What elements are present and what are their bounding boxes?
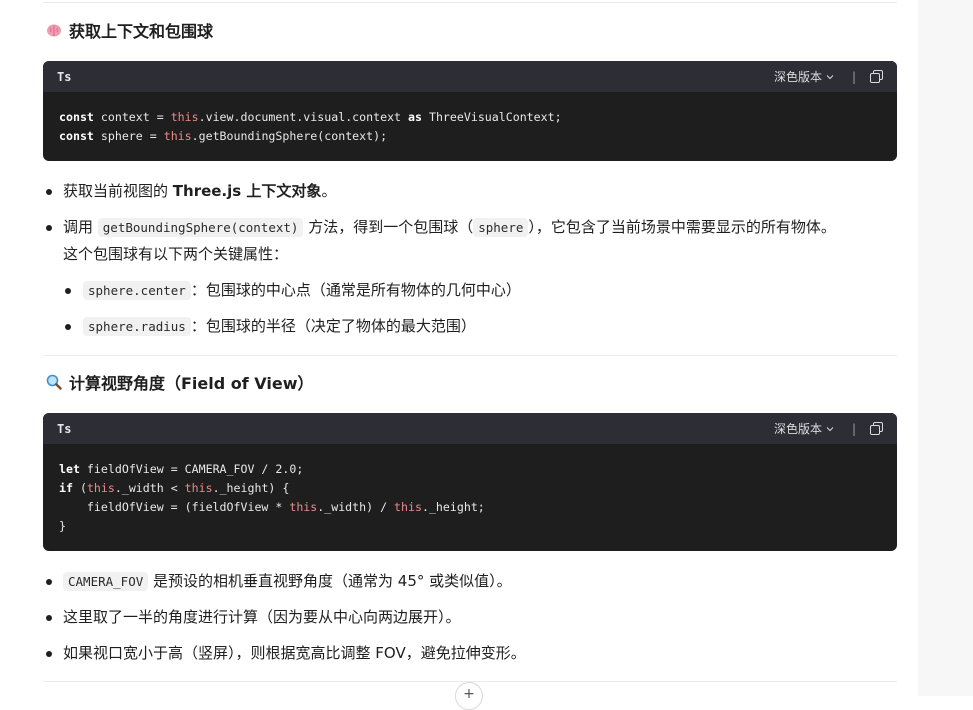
chevron-down-icon	[826, 426, 834, 431]
message-content: 获取上下文和包围球 Ts 深色版本 | const context = this…	[43, 0, 897, 682]
list-item: sphere.radius ：包围球的半径（决定了物体的最大范围）	[43, 313, 897, 340]
list-item-text: 这个包围球有以下两个关键属性：	[63, 245, 289, 263]
section-heading-context: 获取上下文和包围球	[45, 18, 897, 42]
inline-code: sphere.radius	[83, 317, 191, 336]
code-header: Ts 深色版本 |	[43, 61, 897, 92]
list-item-text: ：包围球的中心点（通常是所有物体的几何中心）	[190, 281, 521, 299]
list-item-bold: Three.js 上下文对象	[172, 182, 322, 200]
list-item: 获取当前视图的 Three.js 上下文对象。	[43, 178, 897, 205]
list-item: sphere.center ：包围球的中心点（通常是所有物体的几何中心）	[43, 277, 897, 304]
plus-icon: +	[463, 686, 475, 702]
list-item: CAMERA_FOV 是预设的相机垂直视野角度（通常为 45° 或类似值）。	[43, 568, 897, 595]
toolbar-separator: |	[851, 69, 856, 84]
section-heading-text: 获取上下文和包围球	[69, 22, 214, 41]
divider-top	[43, 2, 897, 3]
right-panel	[918, 0, 973, 696]
divider	[43, 355, 897, 356]
section-heading-text: 计算视野角度（Field of View）	[69, 374, 314, 393]
list-item: 调用 getBoundingSphere(context) 方法，得到一个包围球…	[43, 214, 897, 268]
brain-icon	[45, 21, 63, 39]
list-item: 如果视口宽小于高（竖屏），则根据宽高比调整 FOV，避免拉伸变形。	[43, 640, 897, 667]
code-body: let fieldOfView = CAMERA_FOV / 2.0; if (…	[59, 462, 485, 533]
bullet-list: 获取当前视图的 Three.js 上下文对象。 调用 getBoundingSp…	[43, 178, 897, 268]
list-item-text: ：包围球的半径（决定了物体的最大范围）	[190, 317, 476, 335]
toolbar-separator: |	[851, 421, 856, 436]
code-block: Ts 深色版本 | const context = this.view.docu…	[43, 61, 897, 161]
inline-code: sphere	[473, 218, 529, 237]
code-toolbar: 深色版本 |	[774, 68, 883, 85]
magnifier-icon	[45, 373, 63, 391]
code-language-label: Ts	[57, 421, 72, 436]
list-item-text: 如果视口宽小于高（竖屏），则根据宽高比调整 FOV，避免拉伸变形。	[63, 644, 526, 662]
code-toolbar: 深色版本 |	[774, 420, 883, 437]
code-header: Ts 深色版本 |	[43, 413, 897, 444]
list-item-text: 这里取了一半的角度进行计算（因为要从中心向两边展开）。	[63, 608, 461, 626]
code-language-label: Ts	[57, 69, 72, 84]
theme-dropdown-button[interactable]: 深色版本	[774, 420, 834, 437]
list-item-text: ），它包含了当前场景中需要显示的所有物体。	[528, 218, 836, 236]
list-item-text: 。	[321, 182, 337, 200]
code-body: const context = this.view.document.visua…	[59, 110, 562, 143]
copy-icon[interactable]	[870, 422, 883, 435]
list-item-text: 方法，得到一个包围球（	[303, 218, 474, 236]
sub-bullet-list: sphere.center ：包围球的中心点（通常是所有物体的几何中心） sphe…	[43, 277, 897, 340]
code-block: Ts 深色版本 | let fieldOfView = CAMERA_FOV /…	[43, 413, 897, 551]
chevron-down-icon	[826, 74, 834, 79]
copy-icon[interactable]	[870, 70, 883, 83]
theme-dropdown-label: 深色版本	[773, 70, 822, 84]
list-item: 这里取了一半的角度进行计算（因为要从中心向两边展开）。	[43, 604, 897, 631]
list-item-text: 获取当前视图的	[63, 182, 173, 200]
list-item-text: 调用	[63, 218, 98, 236]
inline-code: sphere.center	[83, 281, 191, 300]
inline-code: CAMERA_FOV	[63, 572, 149, 591]
section-heading-fov: 计算视野角度（Field of View）	[45, 370, 897, 394]
list-item-text: 是预设的相机垂直视野角度（通常为 45° 或类似值）。	[148, 572, 512, 590]
scroll-add-button[interactable]: +	[455, 682, 483, 710]
inline-code: getBoundingSphere(context)	[97, 218, 304, 237]
bullet-list: CAMERA_FOV 是预设的相机垂直视野角度（通常为 45° 或类似值）。 这…	[43, 568, 897, 667]
theme-dropdown-label: 深色版本	[773, 422, 822, 436]
theme-dropdown-button[interactable]: 深色版本	[774, 68, 834, 85]
